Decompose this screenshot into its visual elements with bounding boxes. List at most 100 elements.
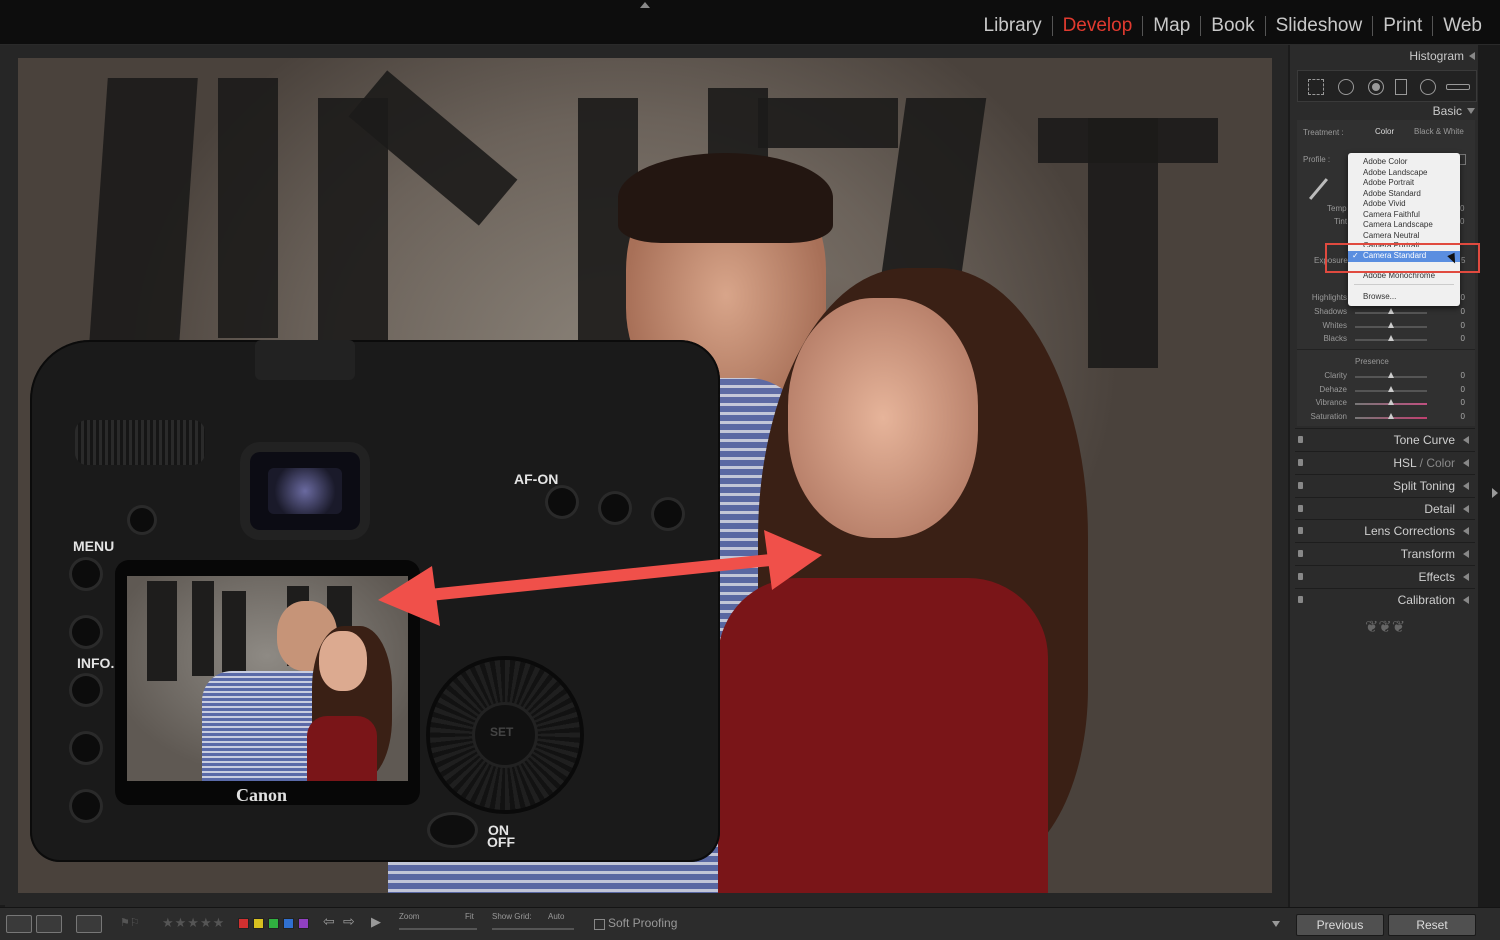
profile-option[interactable]: Adobe Landscape (1363, 168, 1428, 177)
slider-value[interactable]: 0 (1461, 412, 1465, 421)
panel-switch-icon[interactable] (1298, 573, 1303, 580)
panel-switch-icon[interactable] (1298, 505, 1303, 512)
spot-removal-icon[interactable] (1338, 79, 1354, 95)
section-detail[interactable]: Detail (1295, 497, 1475, 520)
slider-knob[interactable] (1388, 335, 1394, 341)
section-title: HSL / Color (1393, 456, 1455, 470)
play-slideshow-icon[interactable]: ▶ (371, 914, 381, 930)
expand-triangle-icon (1463, 596, 1469, 604)
panel-switch-icon[interactable] (1298, 527, 1303, 534)
profile-option[interactable]: Adobe Portrait (1363, 178, 1414, 187)
basic-header[interactable]: Basic (1295, 104, 1475, 118)
slider-clarity[interactable]: Clarity 0 (1297, 371, 1475, 383)
previous-photo-arrow-icon[interactable]: ⇦ (323, 913, 335, 930)
color-label-green[interactable] (268, 918, 279, 929)
slider-saturation[interactable]: Saturation 0 (1297, 412, 1475, 424)
slider-knob[interactable] (1388, 386, 1394, 392)
slider-knob[interactable] (1388, 372, 1394, 378)
zoom-slider[interactable] (399, 928, 477, 930)
expand-triangle-icon (1463, 550, 1469, 558)
profile-option[interactable]: Adobe Standard (1363, 189, 1421, 198)
color-label-yellow[interactable] (253, 918, 264, 929)
section-effects[interactable]: Effects (1295, 565, 1475, 588)
panel-switch-icon[interactable] (1298, 550, 1303, 557)
section-lens-corrections[interactable]: Lens Corrections (1295, 519, 1475, 542)
slider-vibrance[interactable]: Vibrance 0 (1297, 398, 1475, 410)
slider-value[interactable]: 0 (1461, 293, 1465, 302)
expand-triangle-icon (1463, 573, 1469, 581)
histogram-title: Histogram (1409, 49, 1464, 63)
treatment-color-option[interactable]: Color (1375, 127, 1394, 136)
section-title: Transform (1400, 547, 1455, 561)
slider-value[interactable]: 0 (1461, 334, 1465, 343)
star-rating[interactable]: ★★★★★ (162, 915, 225, 931)
grid-slider[interactable] (492, 928, 574, 930)
slider-label: Clarity (1324, 371, 1347, 380)
show-grid-value[interactable]: Auto (548, 912, 564, 921)
adjustment-brush-icon[interactable] (1446, 84, 1470, 90)
slider-value[interactable]: 0 (1461, 321, 1465, 330)
temp-label: Temp (1327, 204, 1347, 213)
treatment-bw-option[interactable]: Black & White (1414, 127, 1464, 136)
slider-value[interactable]: 0 (1461, 307, 1465, 316)
before-after-view-icon[interactable] (36, 915, 62, 933)
slider-whites[interactable]: Whites 0 (1297, 321, 1475, 333)
panel-switch-icon[interactable] (1298, 459, 1303, 466)
profile-option[interactable]: Camera Landscape (1363, 220, 1433, 229)
profile-option[interactable]: Adobe Color (1363, 157, 1407, 166)
slider-knob[interactable] (1388, 413, 1394, 419)
slider-dehaze[interactable]: Dehaze 0 (1297, 385, 1475, 397)
slider-knob[interactable] (1388, 308, 1394, 314)
panel-switch-icon[interactable] (1298, 482, 1303, 489)
red-eye-icon[interactable] (1368, 79, 1384, 95)
profile-browse-option[interactable]: Browse... (1363, 292, 1396, 301)
flag-icon[interactable]: ⚑⚐ (120, 916, 140, 929)
annotation-arrow-head-right (764, 530, 822, 590)
slider-value[interactable]: 0 (1461, 385, 1465, 394)
profile-option[interactable]: Camera Faithful (1363, 210, 1420, 219)
section-title: Lens Corrections (1364, 524, 1455, 538)
soft-proofing-checkbox[interactable] (594, 919, 605, 930)
previous-button[interactable]: Previous (1296, 914, 1384, 936)
reset-button[interactable]: Reset (1388, 914, 1476, 936)
collapse-right-panel-icon[interactable] (1492, 488, 1498, 498)
histogram-header[interactable]: Histogram (1295, 49, 1475, 63)
section-transform[interactable]: Transform (1295, 542, 1475, 565)
section-tone-curve[interactable]: Tone Curve (1295, 428, 1475, 451)
slider-knob[interactable] (1388, 322, 1394, 328)
tab-hsl[interactable]: HSL (1393, 456, 1416, 470)
slider-value[interactable]: 0 (1461, 371, 1465, 380)
section-hsl-color[interactable]: HSL / Color (1295, 451, 1475, 474)
highlight-annotation-box (1325, 243, 1480, 273)
slider-knob[interactable] (1388, 399, 1394, 405)
right-panel-edge[interactable] (1478, 45, 1500, 907)
section-calibration[interactable]: Calibration (1295, 588, 1475, 611)
loupe-view-icon[interactable] (6, 915, 32, 933)
slider-shadows[interactable]: Shadows 0 (1297, 307, 1475, 319)
bottom-toolbar: ⚑⚐ ★★★★★ ⇦ ⇨ ▶ Zoom Fit Show Grid: Auto … (0, 907, 1500, 940)
next-photo-arrow-icon[interactable]: ⇨ (343, 913, 355, 930)
panel-switch-icon[interactable] (1298, 436, 1303, 443)
expand-triangle-icon (1463, 482, 1469, 490)
color-label-red[interactable] (238, 918, 249, 929)
tint-value[interactable]: 0 (1460, 217, 1464, 226)
before-after-swap-icon[interactable] (76, 915, 102, 933)
radial-filter-icon[interactable] (1420, 79, 1436, 95)
slider-value[interactable]: 0 (1461, 398, 1465, 407)
crop-tool-icon[interactable] (1308, 79, 1324, 95)
temp-value[interactable]: 0 (1460, 204, 1464, 213)
slider-blacks[interactable]: Blacks 0 (1297, 334, 1475, 346)
annotation-arrow-shaft (404, 552, 796, 603)
slider-label: Blacks (1323, 334, 1347, 343)
white-balance-eyedropper-icon[interactable] (1305, 176, 1331, 202)
color-label-blue[interactable] (283, 918, 294, 929)
panel-switch-icon[interactable] (1298, 596, 1303, 603)
expand-triangle-icon (1463, 527, 1469, 535)
tab-color[interactable]: Color (1426, 456, 1455, 470)
section-split-toning[interactable]: Split Toning (1295, 474, 1475, 497)
graduated-filter-icon[interactable] (1395, 79, 1407, 95)
profile-option[interactable]: Adobe Vivid (1363, 199, 1406, 208)
toolbar-options-dropdown-icon[interactable] (1272, 921, 1280, 927)
color-label-purple[interactable] (298, 918, 309, 929)
profile-option[interactable]: Camera Neutral (1363, 231, 1419, 240)
